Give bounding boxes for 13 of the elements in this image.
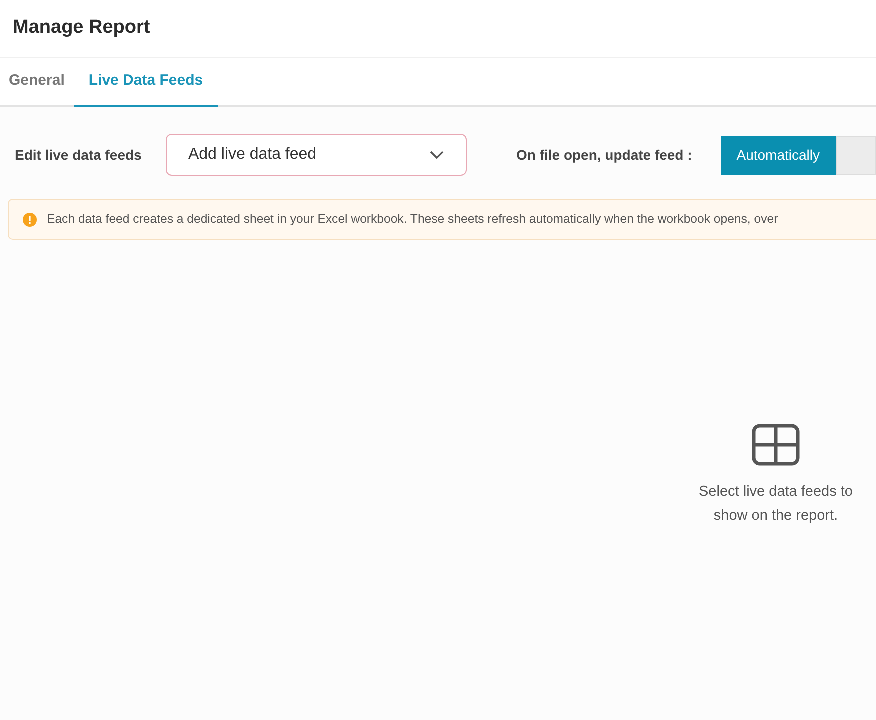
update-option[interactable] xyxy=(836,136,876,174)
empty-state-text: Select live data feeds to show on the report. xyxy=(698,483,854,526)
warning-icon xyxy=(23,212,37,226)
grid-icon xyxy=(752,424,800,466)
tab[interactable]: Live Data Feeds xyxy=(74,58,218,107)
feed-dropdown[interactable]: Add live data feed xyxy=(166,134,466,176)
tab[interactable]: General xyxy=(0,58,74,107)
field-label: Edit live data feeds xyxy=(15,146,143,164)
update-option[interactable]: Automatically xyxy=(720,136,836,174)
chevron-down-icon xyxy=(428,150,444,160)
field-label: On file open, update feed : xyxy=(516,146,694,165)
dialog-title: Manage Report xyxy=(13,16,150,40)
info-text: Each data feed creates a dedicated sheet in your Excel workbook. These sheets refresh automatically when the workbook opens, over xyxy=(47,211,778,228)
